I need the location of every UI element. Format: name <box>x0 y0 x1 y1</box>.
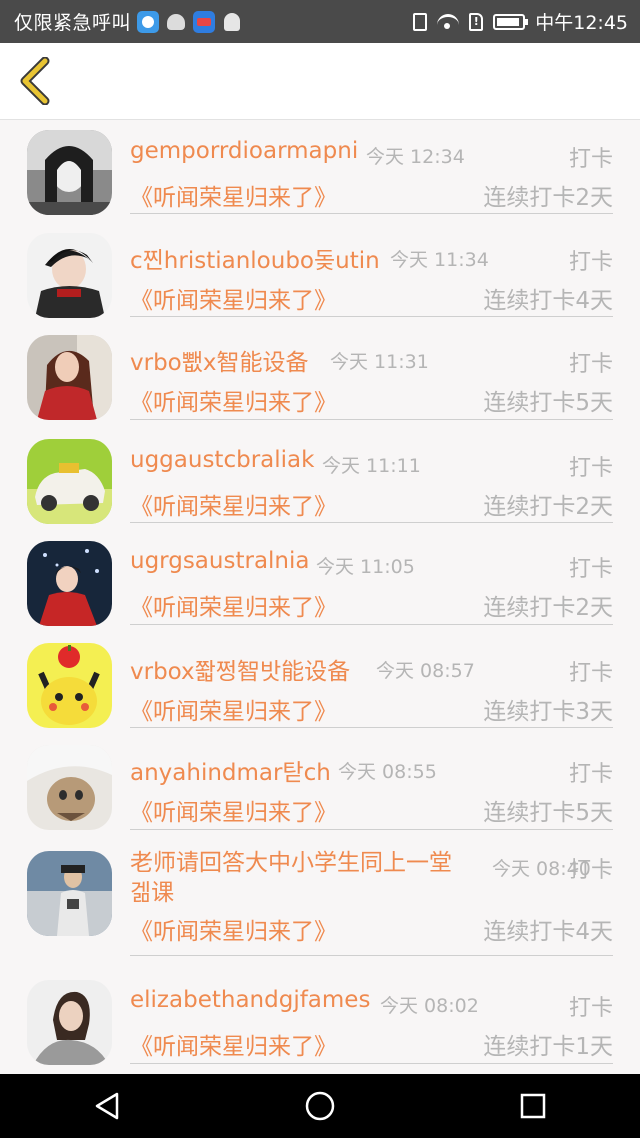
username[interactable]: uggaustcbraliak <box>130 447 314 473</box>
avatar[interactable] <box>27 439 112 524</box>
timestamp: 今天 12:34 <box>366 146 465 168</box>
list-item[interactable]: elizabethandgjfames 今天 08:02 打卡 《听闻荣星归来了… <box>0 963 640 1069</box>
timestamp: 今天 11:34 <box>390 249 489 271</box>
list-item[interactable]: vrbo뾊x智能设备 今天 11:31 打卡 《听闻荣星归来了》 连续打卡5天 <box>0 324 640 427</box>
divider <box>130 522 613 523</box>
wifi-icon <box>437 13 460 30</box>
topic-link[interactable]: 《听闻荣星归来了》 <box>130 383 337 417</box>
sim-alert-icon: ! <box>469 12 484 31</box>
list-item[interactable]: c찐hristianloubo돚utin 今天 11:34 打卡 《听闻荣星归来… <box>0 222 640 324</box>
list-item[interactable]: uggaustcbraliak 今天 11:11 打卡 《听闻荣星归来了》 连续… <box>0 427 640 529</box>
streak-text: 连续打卡2天 <box>483 185 613 211</box>
status-bar: 仅限紧急呼叫 ! 中午12:45 <box>0 0 640 43</box>
avatar[interactable] <box>27 851 112 936</box>
list-item[interactable]: gemporrdioarmapni 今天 12:34 打卡 《听闻荣星归来了》 … <box>0 120 640 222</box>
divider <box>130 1063 613 1064</box>
username[interactable]: anyahindmar탇ch <box>130 753 331 787</box>
username[interactable]: c찐hristianloubo돚utin <box>130 241 380 275</box>
timestamp: 今天 08:57 <box>376 660 475 682</box>
checkin-button[interactable]: 打卡 <box>569 244 613 276</box>
list-item[interactable]: vrbox쫣쩡智밧能设备 今天 08:57 打卡 《听闻荣星归来了》 连续打卡3… <box>0 632 640 734</box>
timestamp: 今天 11:31 <box>330 351 429 373</box>
timestamp: 今天 08:55 <box>338 761 437 783</box>
timestamp: 今天 11:11 <box>322 455 421 477</box>
topic-link[interactable]: 《听闻荣星归来了》 <box>130 487 337 521</box>
qq-icon <box>221 11 243 33</box>
divider <box>130 419 613 420</box>
divider <box>130 829 613 830</box>
header <box>0 43 640 120</box>
checkin-button[interactable]: 打卡 <box>569 141 613 173</box>
qq-icon <box>165 11 187 33</box>
username[interactable]: 老师请回答大中小学生同上一堂겖课 <box>130 848 460 908</box>
back-button[interactable] <box>14 57 58 105</box>
topic-link[interactable]: 《听闻荣星归来了》 <box>130 178 337 212</box>
username[interactable]: vrbox쫣쩡智밧能设备 <box>130 652 350 686</box>
list-item[interactable]: ugrgsaustralnia 今天 11:05 打卡 《听闻荣星归来了》 连续… <box>0 529 640 632</box>
streak-text: 连续打卡4天 <box>483 288 613 314</box>
timestamp: 今天 08:02 <box>380 995 479 1017</box>
timestamp: 今天 11:05 <box>316 556 415 578</box>
back-triangle-icon <box>95 1092 118 1120</box>
nav-home-button[interactable] <box>290 1081 350 1131</box>
avatar[interactable] <box>27 335 112 420</box>
checkin-button[interactable]: 打卡 <box>569 852 613 884</box>
checkin-list: gemporrdioarmapni 今天 12:34 打卡 《听闻荣星归来了》 … <box>0 120 640 1069</box>
divider <box>130 624 613 625</box>
streak-text: 连续打卡4天 <box>483 919 613 945</box>
recents-square-icon <box>521 1093 546 1119</box>
avatar[interactable] <box>27 233 112 318</box>
topic-link[interactable]: 《听闻荣星归来了》 <box>130 1027 337 1061</box>
topic-link[interactable]: 《听闻荣星归来了》 <box>130 588 337 622</box>
status-time: 中午12:45 <box>535 12 628 34</box>
divider <box>130 727 613 728</box>
app-notification-icon <box>137 10 160 33</box>
topic-link[interactable]: 《听闻荣星归来了》 <box>130 692 337 726</box>
checkin-button[interactable]: 打卡 <box>569 756 613 788</box>
topic-link[interactable]: 《听闻荣星归来了》 <box>130 912 337 946</box>
divider <box>130 316 613 317</box>
username[interactable]: vrbo뾊x智能设备 <box>130 343 309 377</box>
checkin-button[interactable]: 打卡 <box>569 655 613 687</box>
streak-text: 连续打卡5天 <box>483 800 613 826</box>
home-circle-icon <box>305 1091 335 1121</box>
list-item[interactable]: anyahindmar탇ch 今天 08:55 打卡 《听闻荣星归来了》 连续打… <box>0 734 640 837</box>
vibrate-icon <box>413 12 428 31</box>
nav-back-button[interactable] <box>77 1081 137 1131</box>
divider <box>130 955 613 956</box>
username[interactable]: elizabethandgjfames <box>130 987 370 1013</box>
streak-text: 连续打卡2天 <box>483 494 613 520</box>
username[interactable]: ugrgsaustralnia <box>130 548 310 574</box>
avatar[interactable] <box>27 130 112 215</box>
checkin-button[interactable]: 打卡 <box>569 346 613 378</box>
app-notification-icon <box>193 10 216 33</box>
streak-text: 连续打卡3天 <box>483 699 613 725</box>
checkin-button[interactable]: 打卡 <box>569 990 613 1022</box>
avatar[interactable] <box>27 745 112 830</box>
checkin-button[interactable]: 打卡 <box>569 551 613 583</box>
carrier-text: 仅限紧急呼叫 <box>14 12 132 34</box>
avatar[interactable] <box>27 541 112 626</box>
avatar[interactable] <box>27 980 112 1065</box>
streak-text: 连续打卡5天 <box>483 390 613 416</box>
topic-link[interactable]: 《听闻荣星归来了》 <box>130 281 337 315</box>
streak-text: 连续打卡2天 <box>483 595 613 621</box>
topic-link[interactable]: 《听闻荣星归来了》 <box>130 793 337 827</box>
username[interactable]: gemporrdioarmapni <box>130 138 358 164</box>
nav-recents-button[interactable] <box>503 1081 563 1131</box>
checkin-button[interactable]: 打卡 <box>569 450 613 482</box>
list-item[interactable]: 老师请回答大中小学生同上一堂겖课 今天 08:40 打卡 《听闻荣星归来了》 连… <box>0 837 640 963</box>
divider <box>130 213 613 214</box>
avatar[interactable] <box>27 643 112 728</box>
navigation-bar <box>0 1074 640 1138</box>
chevron-left-icon <box>20 57 50 105</box>
battery-icon <box>493 13 529 30</box>
streak-text: 连续打卡1天 <box>483 1034 613 1060</box>
